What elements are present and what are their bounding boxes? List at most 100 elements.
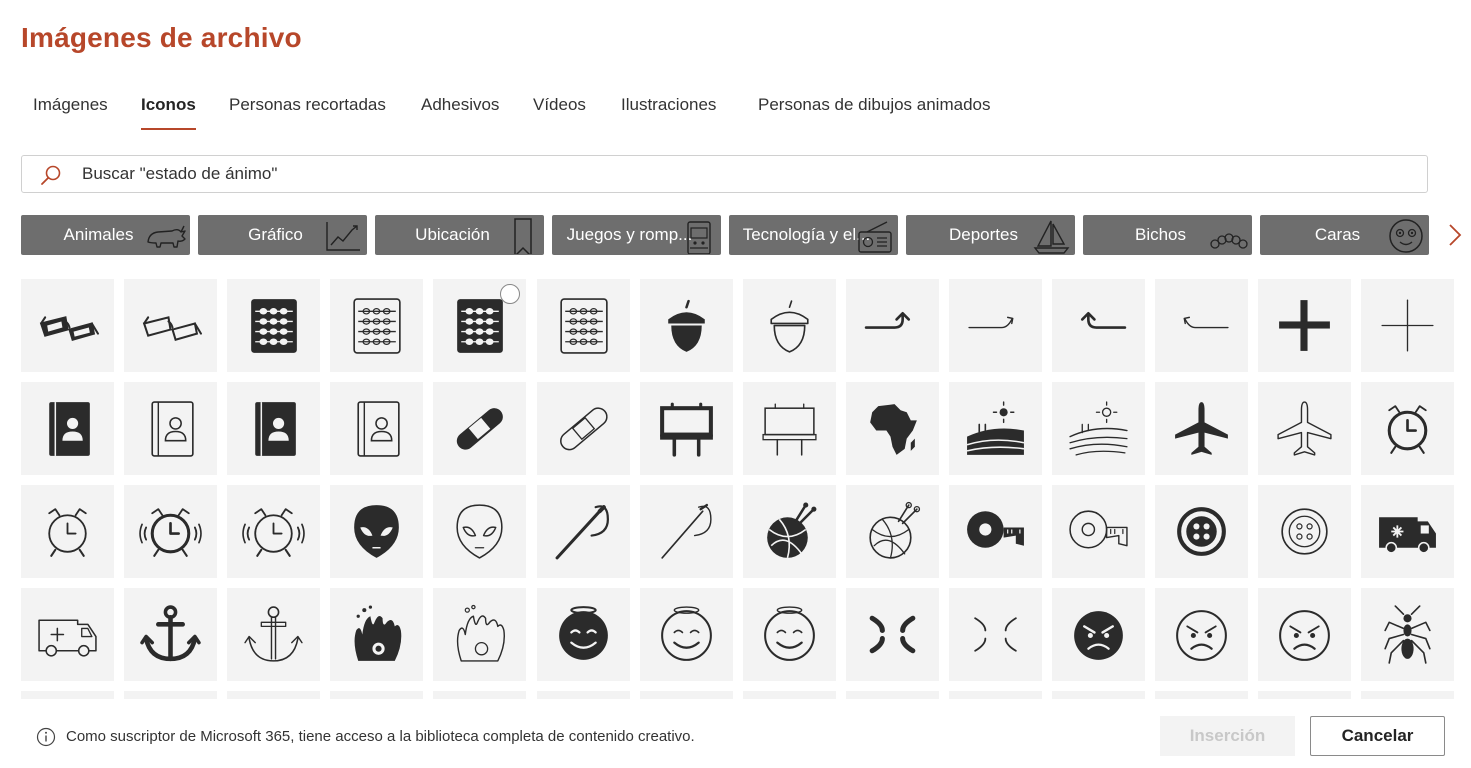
icon-tile[interactable] bbox=[640, 588, 733, 681]
icon-tile[interactable] bbox=[1361, 382, 1454, 475]
icon-tile[interactable] bbox=[21, 588, 114, 681]
icon-tile[interactable] bbox=[21, 382, 114, 475]
tab-iconos[interactable]: Iconos bbox=[141, 92, 196, 130]
icon-tile[interactable] bbox=[433, 691, 526, 699]
cancel-button[interactable]: Cancelar bbox=[1310, 716, 1445, 756]
icon-tile[interactable] bbox=[1258, 691, 1351, 699]
icon-tile[interactable] bbox=[1361, 691, 1454, 699]
icon-tile[interactable] bbox=[124, 691, 217, 699]
icon-tile[interactable] bbox=[949, 691, 1042, 699]
category-ubicacion[interactable]: Ubicación bbox=[375, 215, 544, 255]
icon-tile[interactable] bbox=[743, 485, 836, 578]
icon-tile[interactable] bbox=[227, 382, 320, 475]
icon-tile[interactable] bbox=[537, 485, 630, 578]
search-input[interactable] bbox=[82, 157, 1382, 191]
icon-tile[interactable] bbox=[1258, 382, 1351, 475]
icon-tile[interactable] bbox=[1052, 485, 1145, 578]
tab-videos[interactable]: Vídeos bbox=[533, 92, 586, 130]
sea-anemone-outline-icon bbox=[456, 604, 505, 662]
insert-button[interactable]: Inserción bbox=[1160, 716, 1295, 756]
icon-tile[interactable] bbox=[640, 485, 733, 578]
tab-personas-dibujos-animados[interactable]: Personas de dibujos animados bbox=[758, 92, 990, 130]
icon-tile[interactable] bbox=[1155, 588, 1248, 681]
icon-tile[interactable] bbox=[433, 279, 526, 372]
icon-tile[interactable] bbox=[1052, 691, 1145, 699]
icon-tile[interactable] bbox=[537, 382, 630, 475]
arcade-machine-icon bbox=[687, 221, 711, 254]
category-grafico[interactable]: Gráfico bbox=[198, 215, 367, 255]
icon-tile[interactable] bbox=[1361, 485, 1454, 578]
icon-tile[interactable] bbox=[433, 485, 526, 578]
icon-tile[interactable] bbox=[227, 485, 320, 578]
icon-tile[interactable] bbox=[1155, 279, 1248, 372]
icon-tile[interactable] bbox=[537, 279, 630, 372]
icon-tile[interactable] bbox=[124, 485, 217, 578]
tab-ilustraciones[interactable]: Ilustraciones bbox=[621, 92, 716, 130]
icon-tile[interactable] bbox=[640, 279, 733, 372]
icon-tile[interactable] bbox=[743, 588, 836, 681]
icon-tile[interactable] bbox=[1258, 279, 1351, 372]
category-bichos[interactable]: Bichos bbox=[1083, 215, 1252, 255]
icon-tile[interactable] bbox=[846, 485, 939, 578]
icon-tile[interactable] bbox=[743, 382, 836, 475]
icon-tile[interactable] bbox=[330, 588, 423, 681]
category-deportes[interactable]: Deportes bbox=[906, 215, 1075, 255]
icon-tile[interactable] bbox=[1155, 485, 1248, 578]
icon-tile[interactable] bbox=[124, 588, 217, 681]
icon-tile[interactable] bbox=[846, 588, 939, 681]
icon-tile[interactable] bbox=[949, 588, 1042, 681]
search-box bbox=[21, 155, 1428, 193]
button-filled-icon bbox=[1177, 507, 1226, 556]
sailboat-icon bbox=[1033, 220, 1070, 254]
icon-tile[interactable] bbox=[330, 382, 423, 475]
icon-tile[interactable] bbox=[1052, 588, 1145, 681]
icon-tile[interactable] bbox=[846, 382, 939, 475]
icon-tile[interactable] bbox=[537, 691, 630, 699]
icon-tile[interactable] bbox=[1052, 382, 1145, 475]
icon-tile[interactable] bbox=[21, 279, 114, 372]
icon-tile[interactable] bbox=[640, 382, 733, 475]
selection-checkbox[interactable] bbox=[500, 284, 520, 304]
icon-tile[interactable] bbox=[21, 485, 114, 578]
icon-tile[interactable] bbox=[227, 588, 320, 681]
icon-tile[interactable] bbox=[537, 588, 630, 681]
alien-face-outline-icon bbox=[456, 504, 503, 559]
icon-tile[interactable] bbox=[330, 691, 423, 699]
icon-tile[interactable] bbox=[1258, 588, 1351, 681]
icon-tile[interactable] bbox=[1361, 279, 1454, 372]
tab-imagenes[interactable]: Imágenes bbox=[33, 92, 108, 130]
icon-tile[interactable] bbox=[1258, 485, 1351, 578]
abacus-filled-icon bbox=[457, 299, 503, 353]
icon-tile[interactable] bbox=[949, 382, 1042, 475]
icon-tile[interactable] bbox=[949, 485, 1042, 578]
icon-tile[interactable] bbox=[21, 691, 114, 699]
alarm-clock-filled-icon bbox=[1387, 405, 1428, 454]
icon-tile[interactable] bbox=[227, 691, 320, 699]
category-caras[interactable]: Caras bbox=[1260, 215, 1429, 255]
category-juegos[interactable]: Juegos y romp... bbox=[552, 215, 721, 255]
abacus-outline-icon bbox=[353, 298, 401, 354]
icon-tile[interactable] bbox=[1052, 279, 1145, 372]
measuring-tape-filled-icon bbox=[967, 511, 1024, 548]
icon-tile[interactable] bbox=[227, 279, 320, 372]
tab-personas-recortadas[interactable]: Personas recortadas bbox=[229, 92, 386, 130]
icon-tile[interactable] bbox=[743, 691, 836, 699]
icon-tile[interactable] bbox=[124, 279, 217, 372]
icon-tile[interactable] bbox=[433, 382, 526, 475]
icon-tile[interactable] bbox=[330, 279, 423, 372]
icon-tile[interactable] bbox=[846, 279, 939, 372]
chevron-right-icon[interactable] bbox=[1444, 222, 1466, 248]
category-tecnologia[interactable]: Tecnología y el... bbox=[729, 215, 898, 255]
icon-tile[interactable] bbox=[640, 691, 733, 699]
category-animales[interactable]: Animales bbox=[21, 215, 190, 255]
icon-tile[interactable] bbox=[433, 588, 526, 681]
tab-adhesivos[interactable]: Adhesivos bbox=[421, 92, 499, 130]
icon-tile[interactable] bbox=[1155, 382, 1248, 475]
icon-tile[interactable] bbox=[330, 485, 423, 578]
icon-tile[interactable] bbox=[1361, 588, 1454, 681]
icon-tile[interactable] bbox=[124, 382, 217, 475]
icon-tile[interactable] bbox=[743, 279, 836, 372]
icon-tile[interactable] bbox=[949, 279, 1042, 372]
icon-tile[interactable] bbox=[1155, 691, 1248, 699]
icon-tile[interactable] bbox=[846, 691, 939, 699]
